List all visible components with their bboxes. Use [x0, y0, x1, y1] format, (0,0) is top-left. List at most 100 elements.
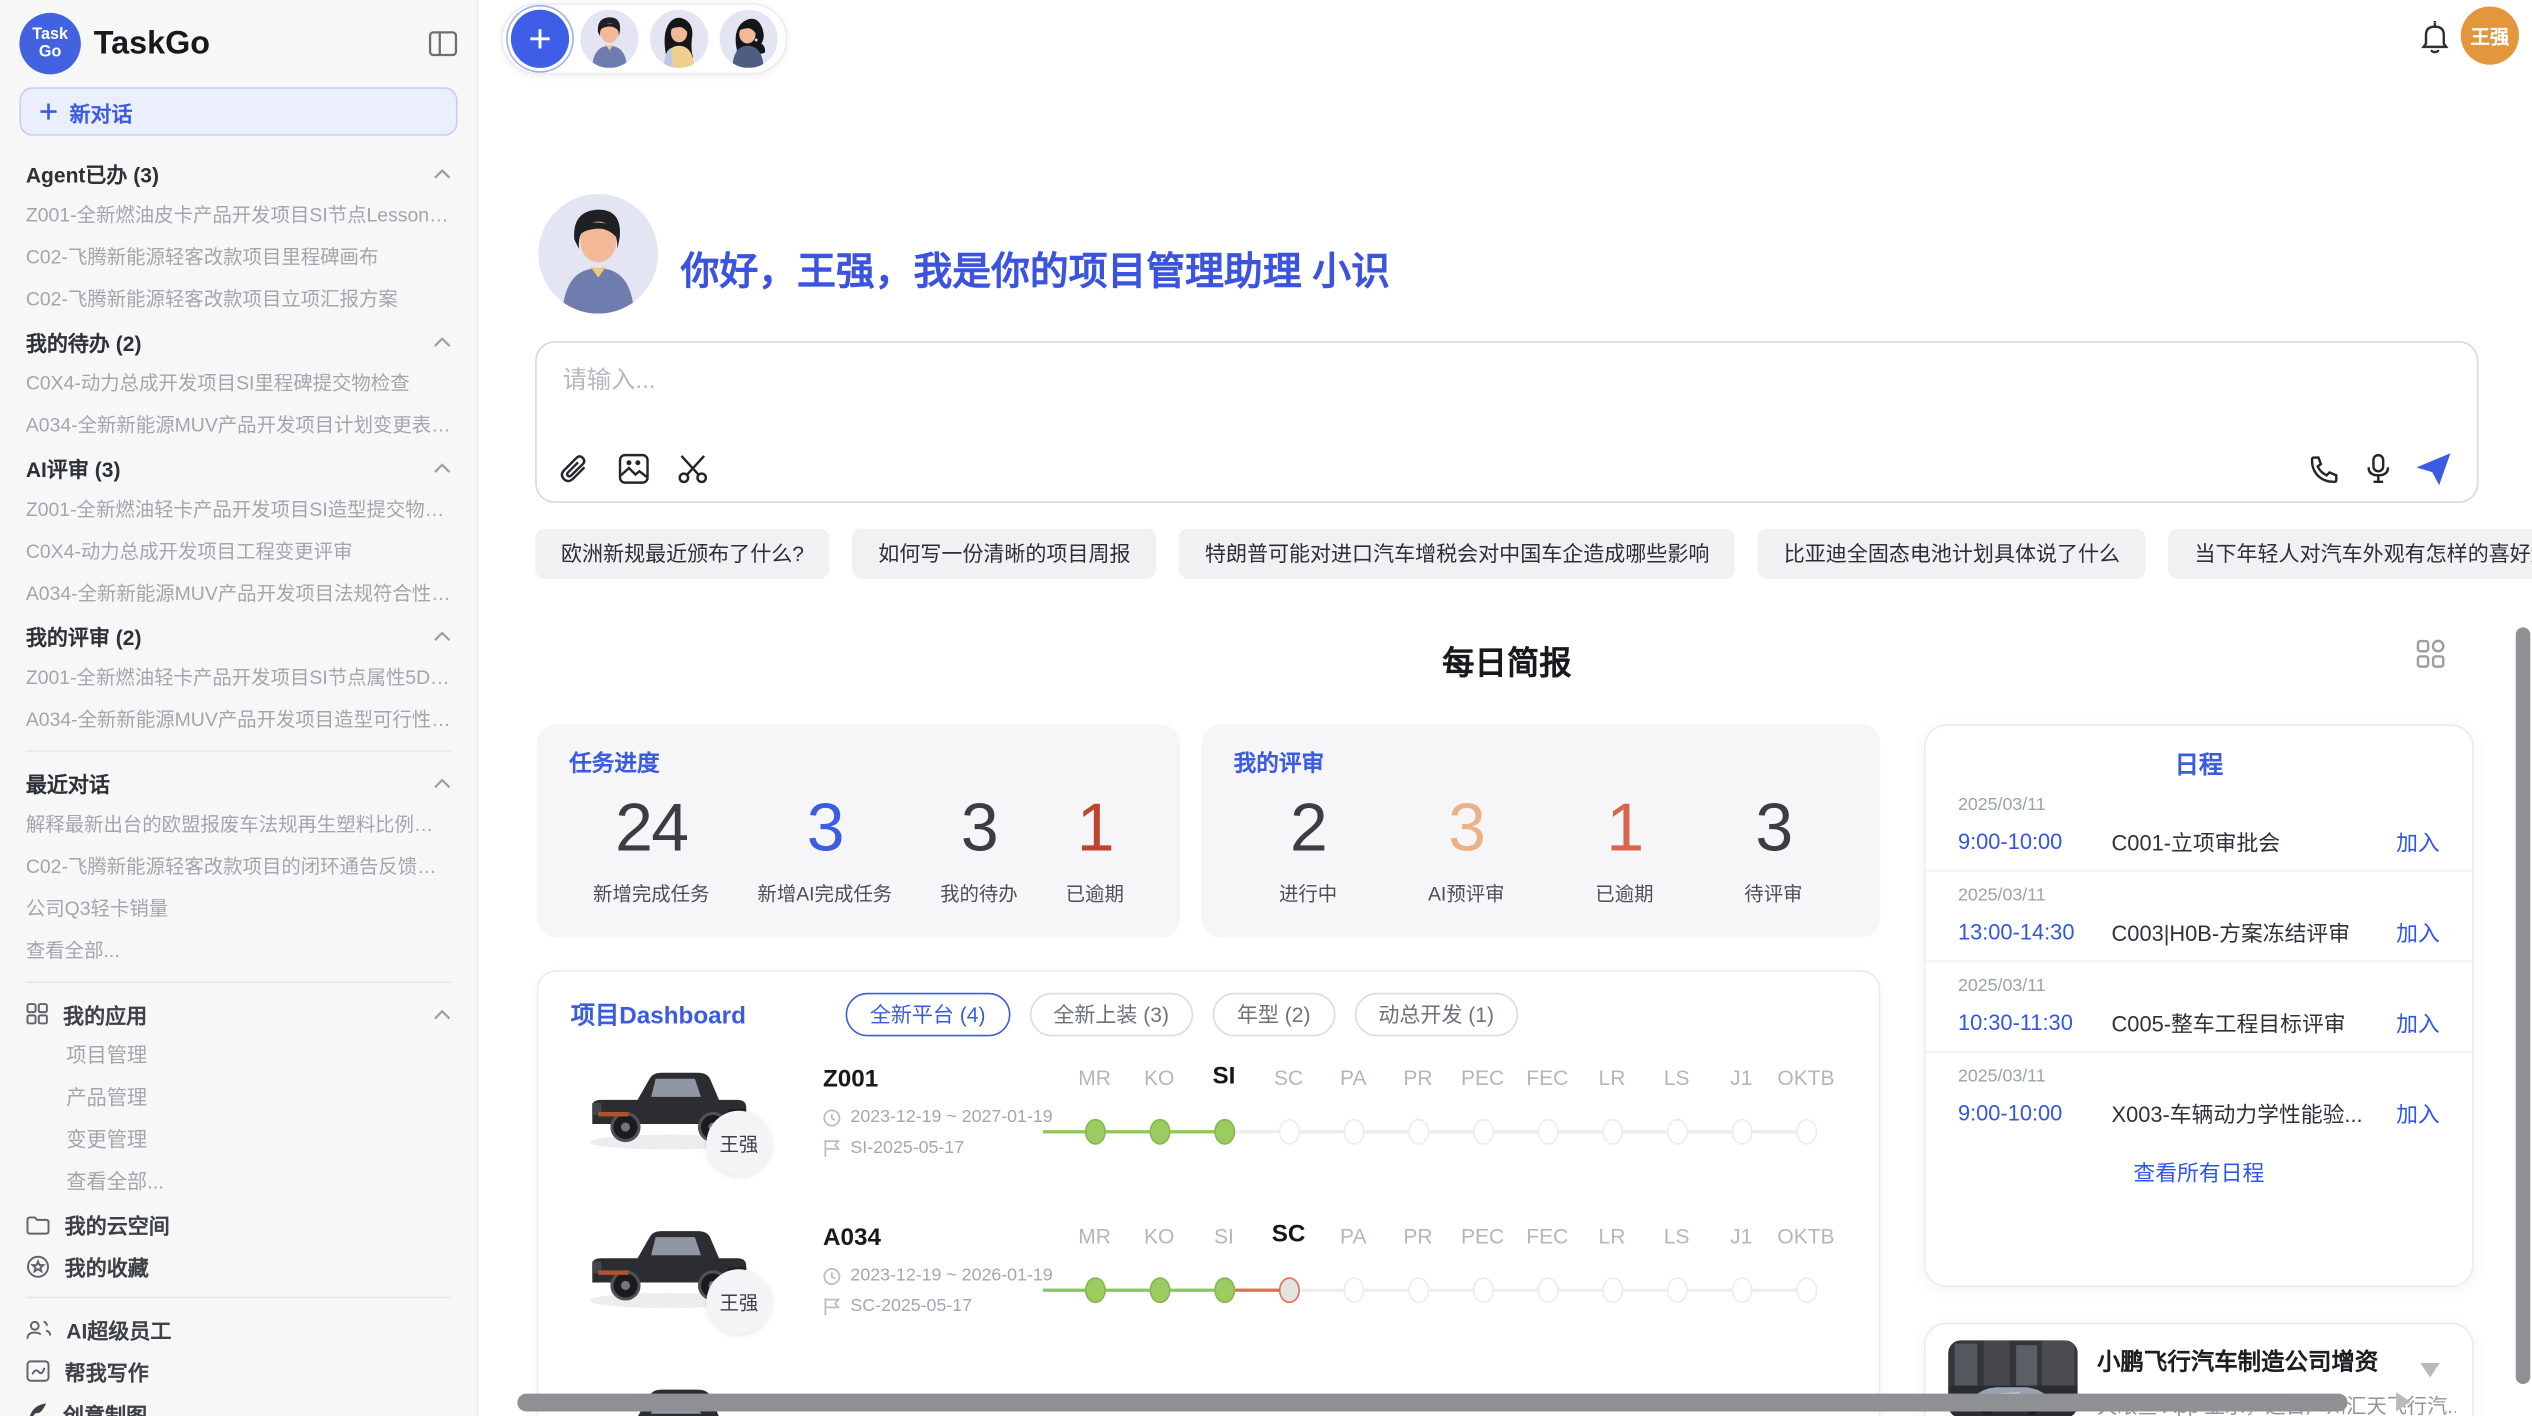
- app-item[interactable]: 项目管理: [26, 1035, 451, 1077]
- chat-input[interactable]: [559, 365, 2021, 396]
- event-join-link[interactable]: 加入: [2396, 1006, 2440, 1038]
- milestone-label-sc: SC: [1256, 1221, 1321, 1248]
- dashboard-filter-chip[interactable]: 全新上装 (3): [1029, 993, 1193, 1037]
- event-time: 10:30-11:30: [1958, 1010, 2112, 1034]
- sidebar-item-label: AI超级员工: [66, 1314, 171, 1345]
- dashboard-filter-chip[interactable]: 全新平台 (4): [846, 993, 1010, 1037]
- recent-chats-header[interactable]: 最近对话: [26, 762, 451, 804]
- stat-value: 3: [1448, 789, 1484, 867]
- sidebar-section-header[interactable]: AI评审 (3): [26, 446, 451, 488]
- milestone-dot-pr: [1407, 1119, 1428, 1145]
- sidebar-task-item[interactable]: C0X4-动力总成开发项目工程变更评审: [26, 530, 451, 572]
- sidebar-item-label: 创意制图: [63, 1398, 147, 1416]
- sidebar-task-item[interactable]: C02-飞腾新能源轻客改款项目立项汇报方案: [26, 278, 451, 320]
- milestone-dot-mr: [1084, 1277, 1105, 1303]
- milestone-label-ko: KO: [1127, 1065, 1192, 1089]
- scroll-right-arrow-icon[interactable]: [2396, 1392, 2411, 1411]
- scissors-icon[interactable]: [677, 453, 711, 485]
- app-item[interactable]: 变更管理: [26, 1119, 451, 1161]
- sidebar-item-creative-drawing[interactable]: 创意制图: [26, 1392, 451, 1416]
- image-icon[interactable]: [618, 453, 650, 485]
- sidebar-section-header[interactable]: 我的评审 (2): [26, 614, 451, 656]
- milestone-dot-mr: [1084, 1119, 1105, 1145]
- milestone-dot-sc: [1278, 1277, 1299, 1303]
- sidebar-task-item[interactable]: A034-全新新能源MUV产品开发项目造型可行性评审: [26, 698, 451, 740]
- new-session-button[interactable]: [511, 10, 569, 68]
- event-date: 2025/03/11: [1958, 795, 2440, 814]
- dashboard-filter-chip[interactable]: 年型 (2): [1213, 993, 1335, 1037]
- suggestion-chip[interactable]: 比亚迪全固态电池计划具体说了什么: [1758, 529, 2146, 579]
- scroll-down-arrow-icon[interactable]: [2420, 1363, 2439, 1378]
- sidebar-task-item[interactable]: A034-全新新能源MUV产品开发项目计划变更表编写: [26, 404, 451, 446]
- sidebar-task-item[interactable]: Z001-全新燃油轻卡产品开发项目SI造型提交物评审: [26, 488, 451, 530]
- suggestion-chip[interactable]: 欧洲新规最近颁布了什么?: [535, 529, 830, 579]
- notification-bell-icon[interactable]: [2419, 19, 2451, 55]
- milestone-dot-pr: [1407, 1277, 1428, 1303]
- my-apps-header[interactable]: 我的应用: [26, 993, 451, 1035]
- dashboard-filter-chip[interactable]: 动总开发 (1): [1354, 993, 1518, 1037]
- milestone-dot-si: [1213, 1277, 1234, 1303]
- stat: 3 新增AI完成任务: [757, 789, 892, 907]
- layout-grid-icon[interactable]: [2415, 639, 2446, 670]
- sidebar-task-item[interactable]: C0X4-动力总成开发项目SI里程碑提交物检查: [26, 362, 451, 404]
- milestone-dot-oktb: [1795, 1119, 1816, 1145]
- suggestion-chip[interactable]: 如何写一份清晰的项目周报: [852, 529, 1156, 579]
- sidebar-item-ai-staff[interactable]: AI超级员工: [26, 1308, 451, 1350]
- event-join-link[interactable]: 加入: [2396, 1096, 2440, 1128]
- milestone-label-mr: MR: [1062, 1224, 1127, 1248]
- milestone-label-ls: LS: [1644, 1065, 1709, 1089]
- recent-chat-item[interactable]: C02-飞腾新能源轻客改款项目的闭环通告反馈情况: [26, 846, 451, 888]
- milestone-label-sc: SC: [1256, 1065, 1321, 1089]
- project-row-z001[interactable]: 王强 Z001 2023-12-19 ~ 2027-01-19 SI-2025-…: [538, 1049, 1878, 1207]
- milestone-dot-j1: [1731, 1119, 1752, 1145]
- milestone-dot-ls: [1666, 1119, 1687, 1145]
- event-join-link[interactable]: 加入: [2396, 825, 2440, 857]
- sidebar-section-header[interactable]: Agent已办 (3): [26, 152, 451, 194]
- app-item[interactable]: 查看全部...: [26, 1161, 451, 1203]
- recent-chat-item[interactable]: 解释最新出台的欧盟报废车法规再生塑料比例被调至15%...: [26, 804, 451, 846]
- section-title: Agent已办 (3): [26, 158, 159, 189]
- attachment-icon[interactable]: [559, 453, 590, 485]
- milestone-dot-pa: [1343, 1119, 1364, 1145]
- recent-chat-item[interactable]: 公司Q3轻卡销量: [26, 888, 451, 930]
- milestone-label-mr: MR: [1062, 1065, 1127, 1089]
- user-avatar[interactable]: 王强: [2461, 6, 2519, 64]
- plus-icon: [527, 26, 553, 52]
- sidebar-task-item[interactable]: A034-全新新能源MUV产品开发项目法规符合性评审: [26, 572, 451, 614]
- vertical-scrollbar[interactable]: [2516, 627, 2531, 1384]
- stat-value: 3: [807, 789, 843, 867]
- sidebar-item-cloud[interactable]: 我的云空间: [26, 1203, 451, 1245]
- sidebar-item-favorites[interactable]: 我的收藏: [26, 1245, 451, 1287]
- sidebar-task-item[interactable]: Z001-全新燃油轻卡产品开发项目SI节点属性5D文件评审: [26, 656, 451, 698]
- milestone-label-pec: PEC: [1450, 1065, 1515, 1089]
- greeting-text: 你好，王强，我是你的项目管理助理 小识: [681, 239, 1390, 296]
- stat-label: 新增完成任务: [593, 880, 709, 907]
- milestone-label-pr: PR: [1386, 1224, 1451, 1248]
- sidebar-task-item[interactable]: C02-飞腾新能源轻客改款项目里程碑画布: [26, 236, 451, 278]
- sidebar-section-header[interactable]: 我的待办 (2): [26, 320, 451, 362]
- new-chat-button[interactable]: 新对话: [19, 87, 457, 136]
- sidebar: Task Go TaskGo 新对话 Agent已办 (3) Z001-全新燃油…: [0, 0, 479, 1416]
- view-all-schedule-link[interactable]: 查看所有日程: [1926, 1141, 2472, 1186]
- event-join-link[interactable]: 加入: [2396, 915, 2440, 947]
- recent-chat-item[interactable]: 查看全部...: [26, 930, 451, 972]
- avatar-woman-2[interactable]: [719, 10, 777, 68]
- sidebar-section: Agent已办 (3) Z001-全新燃油皮卡产品开发项目SI节点Lesson …: [26, 152, 451, 320]
- horizontal-scrollbar[interactable]: [517, 1394, 2347, 1412]
- phone-icon[interactable]: [2309, 454, 2340, 485]
- app-item[interactable]: 产品管理: [26, 1077, 451, 1119]
- suggestion-chip[interactable]: 当下年轻人对汽车外观有怎样的喜好趋势: [2169, 529, 2532, 579]
- suggestion-chip[interactable]: 特朗普可能对进口汽车增税会对中国车企造成哪些影响: [1179, 529, 1735, 579]
- microphone-icon[interactable]: [2365, 453, 2391, 485]
- sidebar-item-help-writing[interactable]: 帮我写作: [26, 1350, 451, 1392]
- project-row-a034[interactable]: 王强 A034 2023-12-19 ~ 2026-01-19 SC-2025-…: [538, 1208, 1878, 1366]
- chevron-up-icon: [433, 1008, 451, 1019]
- milestone-label-pr: PR: [1386, 1065, 1451, 1089]
- sidebar-task-item[interactable]: Z001-全新燃油皮卡产品开发项目SI节点Lesson Learn报告: [26, 194, 451, 236]
- milestone-track: [1062, 1266, 1838, 1315]
- avatar-man[interactable]: [580, 10, 638, 68]
- send-icon[interactable]: [2417, 453, 2451, 485]
- stat: 3 待评审: [1744, 789, 1802, 907]
- avatar-woman-1[interactable]: [650, 10, 708, 68]
- collapse-sidebar-icon[interactable]: [428, 31, 457, 57]
